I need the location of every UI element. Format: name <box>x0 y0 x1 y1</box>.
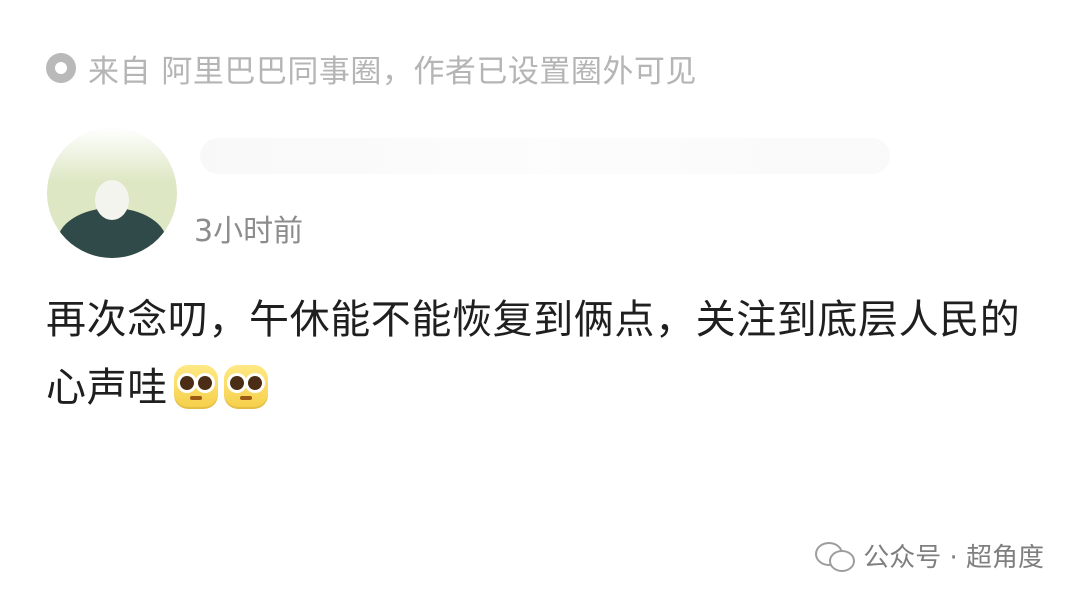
emoji-mouth-2 <box>239 396 252 400</box>
watermark: 公众号 · 超角度 <box>815 537 1044 574</box>
watermark-text: 公众号 · 超角度 <box>863 543 1044 573</box>
post-timestamp: 3小时前 <box>194 214 304 249</box>
author-name-blurred <box>200 138 890 174</box>
avatar[interactable] <box>47 128 177 258</box>
post-body: 再次念叨，午休能不能恢复到俩点，关注到底层人民的心声哇 <box>46 286 1036 422</box>
wechat-icon <box>815 540 856 572</box>
avatar-face <box>95 180 129 220</box>
emoji-1 <box>173 365 218 409</box>
source-text: 来自 阿里巴巴同事圈，作者已设置圈外可见 <box>88 53 697 90</box>
avatar-blur <box>47 128 177 182</box>
source-icon <box>46 53 76 83</box>
source-row: 来自 阿里巴巴同事圈，作者已设置圈外可见 <box>46 46 697 90</box>
emoji-mouth-1 <box>189 396 202 400</box>
emoji-2 <box>223 365 268 409</box>
